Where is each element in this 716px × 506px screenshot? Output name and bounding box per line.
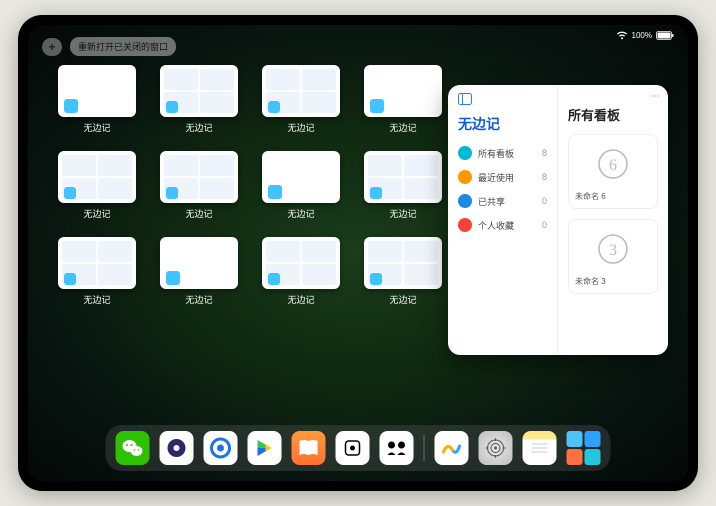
dice-icon[interactable]	[336, 431, 370, 465]
window-thumbnail[interactable]: 无边记	[58, 65, 136, 139]
window-thumbnail[interactable]: 无边记	[262, 237, 340, 311]
dock	[106, 425, 611, 471]
window-preview	[160, 237, 238, 289]
battery-text: 100%	[632, 31, 652, 40]
window-preview	[58, 237, 136, 289]
window-thumbnail[interactable]: 无边记	[262, 151, 340, 225]
window-label: 无边记	[185, 121, 212, 134]
window-label: 无边记	[83, 293, 110, 306]
window-thumbnail[interactable]: 无边记	[262, 65, 340, 139]
window-label: 无边记	[83, 121, 110, 134]
window-preview	[160, 65, 238, 117]
notes-icon[interactable]	[523, 431, 557, 465]
panel-right-title: 所有看板	[568, 105, 658, 124]
panel-title: 无边记	[458, 114, 547, 134]
window-thumbnail[interactable]: 无边记	[160, 65, 238, 139]
status-bar: 100%	[616, 31, 674, 40]
window-label: 无边记	[185, 207, 212, 220]
sidebar-item-icon	[458, 194, 472, 208]
sidebar-toggle-icon[interactable]	[458, 93, 547, 108]
wechat-icon[interactable]	[116, 431, 150, 465]
sidebar-item-count: 8	[542, 148, 547, 158]
sidebar-item-count: 0	[542, 196, 547, 206]
freeform-floating-panel[interactable]: 无边记 所有看板 8 最近使用 8 已共享 0 个人收藏 0 ⋯ 所有看板 6 未命名 6 3 未命…	[448, 85, 668, 355]
panel-sidebar: 无边记 所有看板 8 最近使用 8 已共享 0 个人收藏 0	[448, 85, 558, 355]
window-label: 无边记	[83, 207, 110, 220]
new-window-button[interactable]: +	[42, 38, 62, 56]
window-preview	[58, 151, 136, 203]
wifi-icon	[616, 31, 628, 40]
window-thumbnail[interactable]: 无边记	[160, 237, 238, 311]
window-preview	[364, 237, 442, 289]
window-preview	[58, 65, 136, 117]
battery-icon	[656, 31, 674, 40]
sidebar-item-icon	[458, 170, 472, 184]
sidebar-item[interactable]: 所有看板 8	[458, 146, 547, 160]
meet-icon[interactable]	[380, 431, 414, 465]
sidebar-item[interactable]: 最近使用 8	[458, 170, 547, 184]
dock-separator	[424, 435, 425, 461]
window-preview	[364, 65, 442, 117]
svg-text:6: 6	[609, 157, 617, 174]
sidebar-item-count: 0	[542, 220, 547, 230]
window-thumbnail[interactable]: 无边记	[58, 237, 136, 311]
board-card[interactable]: 6 未命名 6	[568, 134, 658, 209]
play-icon[interactable]	[248, 431, 282, 465]
window-label: 无边记	[287, 121, 314, 134]
window-thumbnail[interactable]: 无边记	[364, 65, 442, 139]
window-thumbnail[interactable]: 无边记	[58, 151, 136, 225]
window-preview	[262, 237, 340, 289]
ipad-frame: 100% + 重新打开已关闭的窗口 无边记无边记无边记无边记无边记无边记无边记无…	[18, 15, 698, 491]
sidebar-item[interactable]: 已共享 0	[458, 194, 547, 208]
window-label: 无边记	[287, 293, 314, 306]
panel-content: ⋯ 所有看板 6 未命名 6 3 未命名 3	[558, 85, 668, 355]
sidebar-item-label: 已共享	[478, 195, 505, 208]
window-preview	[262, 65, 340, 117]
sidebar-item-label: 个人收藏	[478, 219, 514, 232]
window-preview	[160, 151, 238, 203]
window-preview	[262, 151, 340, 203]
reopen-closed-window-button[interactable]: 重新打开已关闭的窗口	[70, 37, 176, 56]
board-label: 未命名 6	[575, 191, 651, 202]
screen: 100% + 重新打开已关闭的窗口 无边记无边记无边记无边记无边记无边记无边记无…	[28, 25, 688, 481]
svg-text:3: 3	[609, 242, 617, 259]
top-toolbar: + 重新打开已关闭的窗口	[42, 37, 176, 56]
board-card[interactable]: 3 未命名 3	[568, 219, 658, 294]
clock-icon[interactable]	[160, 431, 194, 465]
freeform-icon[interactable]	[435, 431, 469, 465]
sidebar-item-label: 最近使用	[478, 171, 514, 184]
board-thumbnail: 6	[575, 141, 651, 187]
board-label: 未命名 3	[575, 276, 651, 287]
window-label: 无边记	[389, 207, 416, 220]
window-thumbnail[interactable]: 无边记	[364, 151, 442, 225]
window-thumbnail[interactable]: 无边记	[364, 237, 442, 311]
sidebar-item-icon	[458, 218, 472, 232]
app-library-icon[interactable]	[567, 431, 601, 465]
window-preview	[364, 151, 442, 203]
sidebar-item[interactable]: 个人收藏 0	[458, 218, 547, 232]
window-label: 无边记	[389, 293, 416, 306]
books-icon[interactable]	[292, 431, 326, 465]
board-thumbnail: 3	[575, 226, 651, 272]
sidebar-item-label: 所有看板	[478, 147, 514, 160]
panel-more-button[interactable]: ⋯	[650, 91, 660, 102]
sidebar-item-icon	[458, 146, 472, 160]
settings-icon[interactable]	[479, 431, 513, 465]
window-label: 无边记	[287, 207, 314, 220]
window-label: 无边记	[185, 293, 212, 306]
sidebar-item-count: 8	[542, 172, 547, 182]
window-thumbnail[interactable]: 无边记	[160, 151, 238, 225]
qqbrowser-icon[interactable]	[204, 431, 238, 465]
window-label: 无边记	[389, 121, 416, 134]
app-switcher-grid: 无边记无边记无边记无边记无边记无边记无边记无边记无边记无边记无边记无边记	[58, 65, 442, 311]
